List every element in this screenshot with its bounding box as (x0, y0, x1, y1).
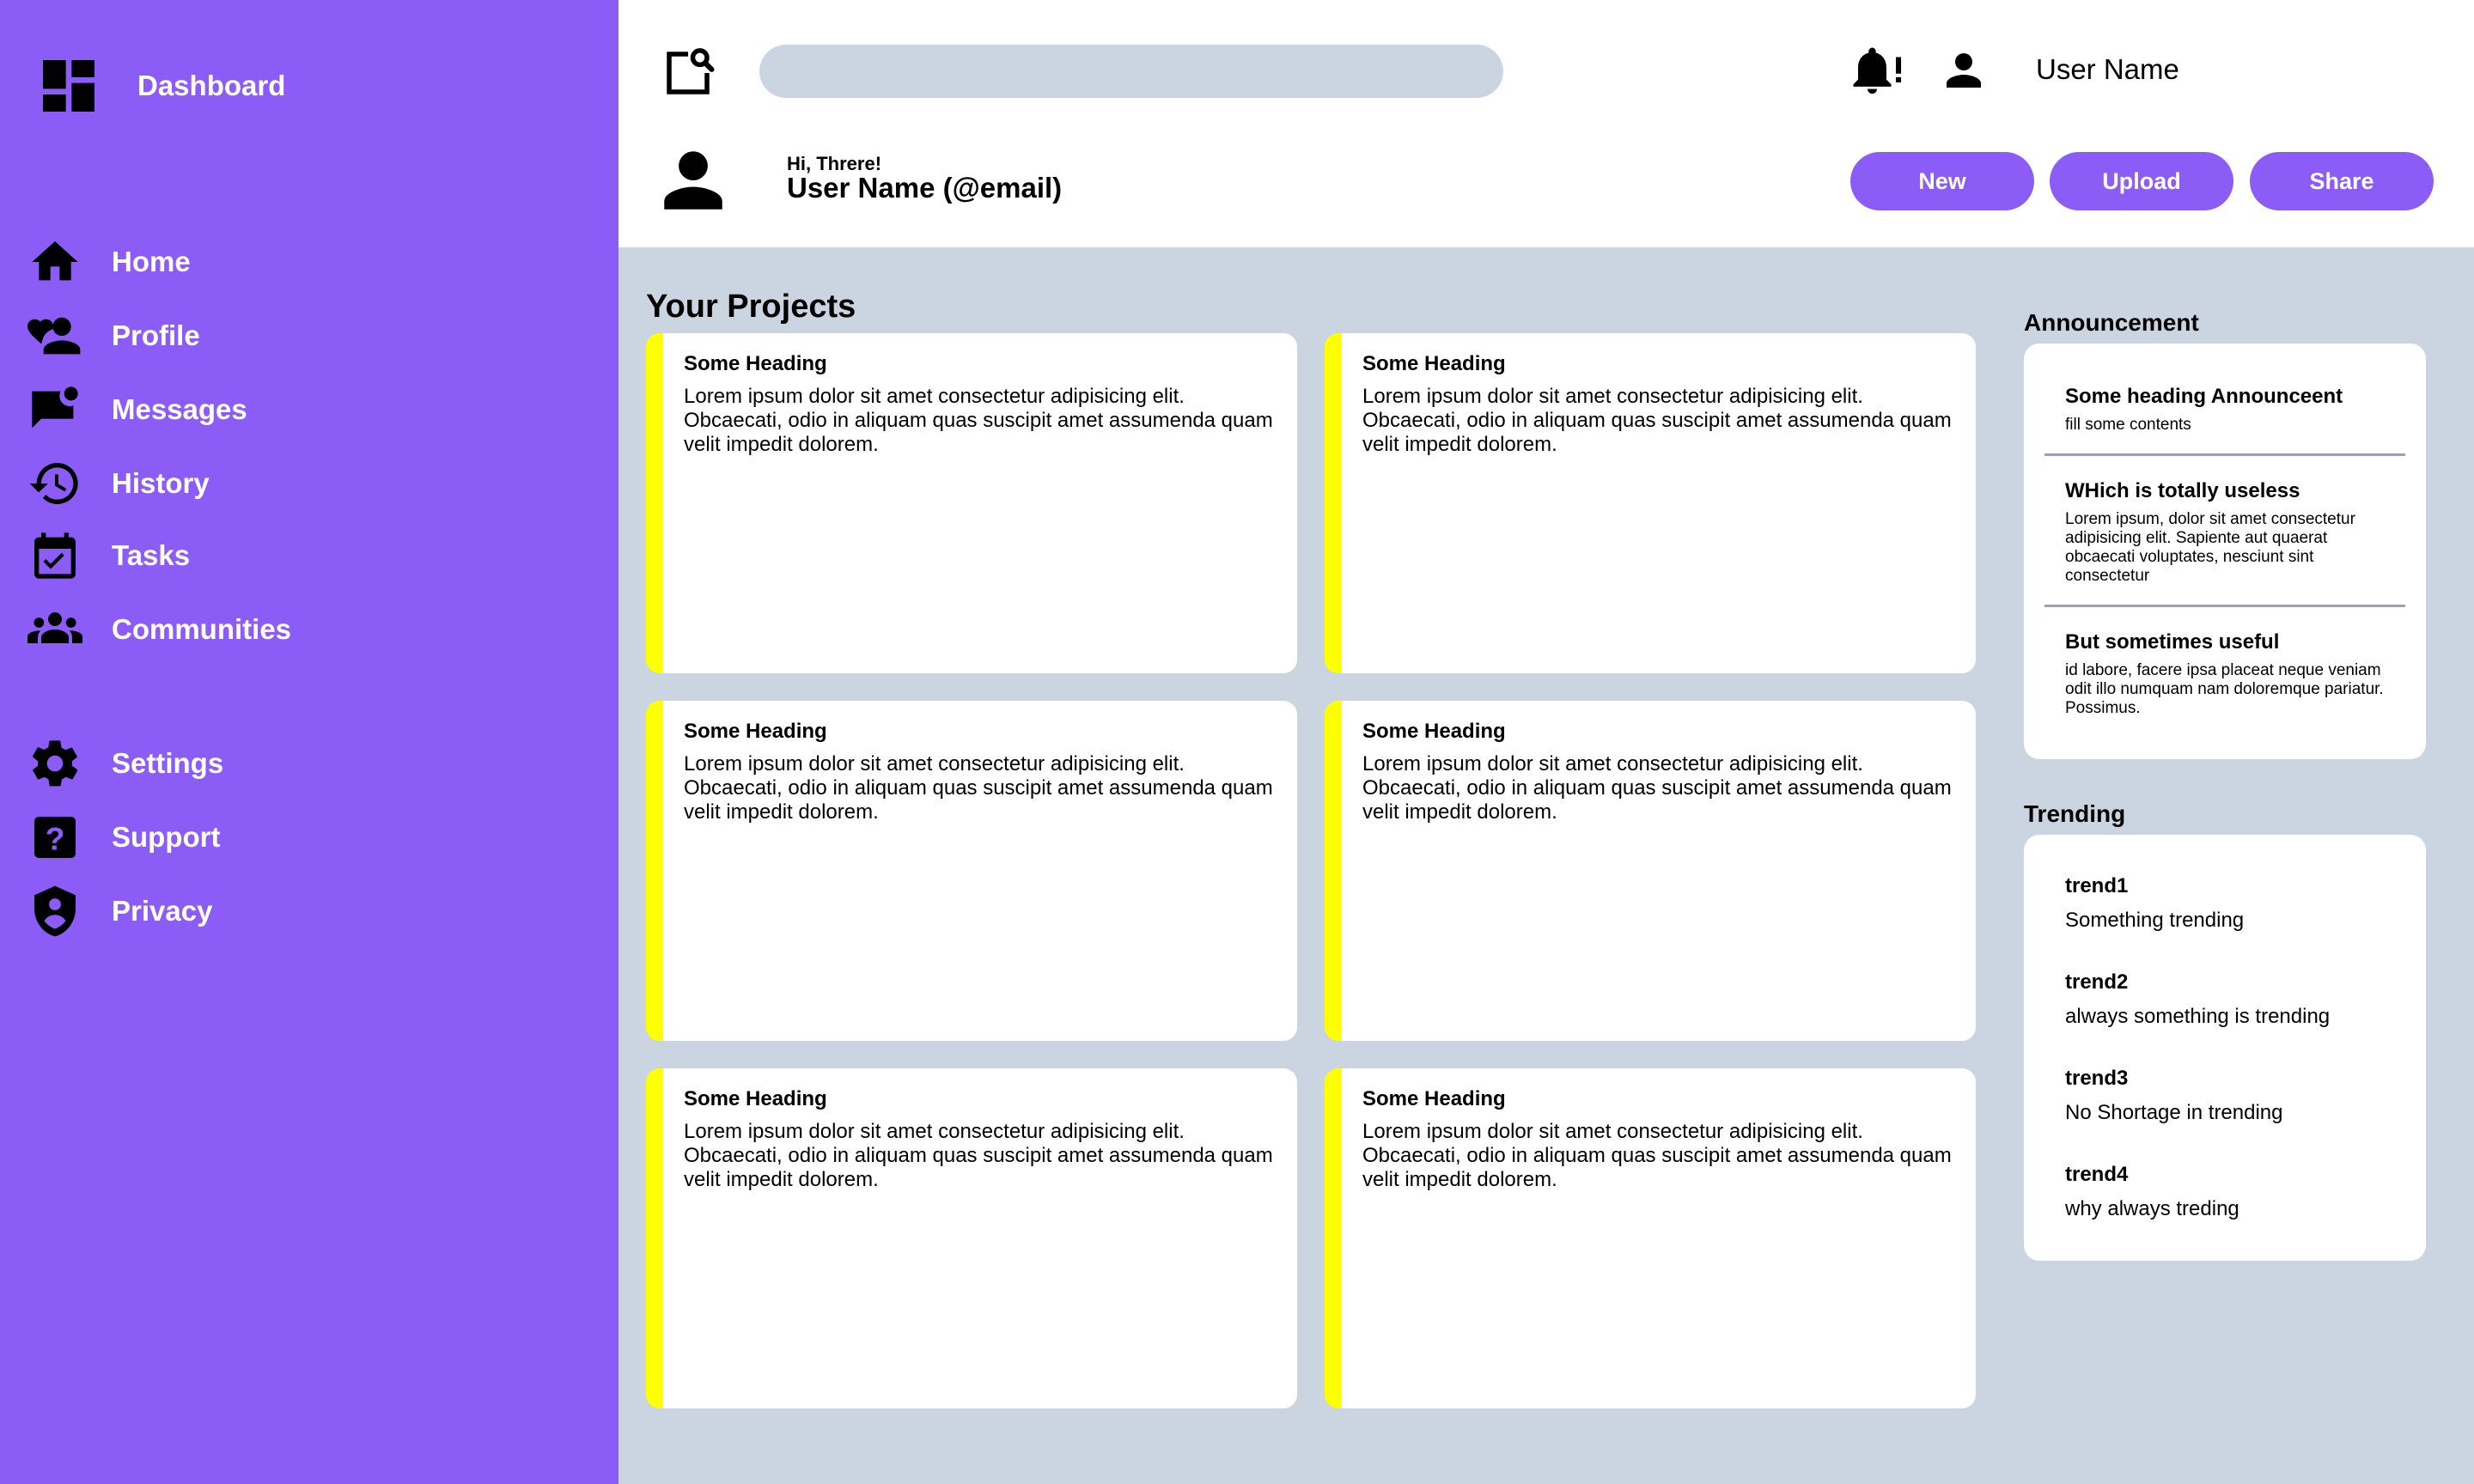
help-icon: ? (26, 808, 84, 867)
brand[interactable]: Dashboard (34, 52, 285, 120)
trend-text: No Shortage in trending (2065, 1101, 2283, 1124)
header: User Name Hi, Threre! User Name (@email)… (618, 0, 2474, 247)
sidebar-item-label: Tasks (112, 539, 191, 571)
sidebar-item-label: Messages (112, 393, 247, 425)
sidebar-item-history[interactable]: History (26, 453, 576, 514)
sidebar-item-privacy[interactable]: Privacy (26, 881, 576, 941)
header-user-name[interactable]: User Name (2036, 53, 2179, 86)
project-card[interactable]: Some Heading Lorem ipsum dolor sit amet … (1325, 1068, 1976, 1408)
card-heading: Some Heading (1362, 720, 1506, 743)
trend-text: always something is trending (2065, 1005, 2331, 1028)
card-body: Lorem ipsum dolor sit amet consectetur a… (684, 385, 1273, 456)
sidebar-item-label: Support (112, 821, 221, 853)
announcement-heading: But sometimes useful (2065, 630, 2280, 654)
gear-icon (26, 734, 84, 793)
dashboard-icon (43, 60, 94, 112)
sidebar-item-label: Settings (112, 747, 224, 779)
announcement-item[interactable]: But sometimes useful id labore, facere i… (2065, 630, 2392, 718)
trend-heading: trend1 (2065, 874, 2129, 897)
announcement-heading: WHich is totally useless (2065, 479, 2300, 502)
announcement-item[interactable]: Some heading Announceent fill some conte… (2065, 385, 2392, 435)
history-icon (26, 454, 84, 513)
card-heading: Some Heading (1362, 1087, 1506, 1110)
divider (2044, 605, 2405, 607)
card-body: Lorem ipsum dolor sit amet consectetur a… (684, 1120, 1273, 1191)
project-card[interactable]: Some Heading Lorem ipsum dolor sit amet … (646, 701, 1297, 1041)
divider (2044, 453, 2405, 456)
trend-text: why always treding (2065, 1197, 2239, 1220)
card-heading: Some Heading (684, 720, 827, 743)
trend-item[interactable]: trend2 always something is trending (2065, 970, 2409, 1029)
sidebar-item-support[interactable]: ? Support (26, 807, 576, 867)
sidebar-item-label: History (112, 467, 210, 499)
home-icon (26, 233, 84, 291)
tasks-icon (26, 526, 84, 585)
card-body: Lorem ipsum dolor sit amet consectetur a… (1362, 752, 1952, 824)
project-card[interactable]: Some Heading Lorem ipsum dolor sit amet … (1325, 701, 1976, 1041)
new-button[interactable]: New (1850, 152, 2034, 210)
avatar (664, 151, 722, 210)
trend-item[interactable]: trend3 No Shortage in trending (2065, 1067, 2409, 1125)
trend-item[interactable]: trend4 why always treding (2065, 1163, 2409, 1221)
communities-icon (26, 600, 84, 659)
search-input[interactable] (759, 45, 1503, 98)
sidebar-item-tasks[interactable]: Tasks (26, 526, 576, 586)
brand-label: Dashboard (137, 70, 286, 101)
project-card[interactable]: Some Heading Lorem ipsum dolor sit amet … (646, 333, 1297, 673)
trend-item[interactable]: trend1 Something trending (2065, 874, 2409, 933)
sidebar-item-messages[interactable]: Messages (26, 380, 576, 440)
sidebar-item-settings[interactable]: Settings (26, 733, 576, 794)
projects-title: Your Projects (646, 289, 856, 325)
card-body: Lorem ipsum dolor sit amet consectetur a… (684, 752, 1273, 824)
user-icon[interactable] (1938, 45, 1990, 96)
announcement-text: id labore, facere ipsa placeat neque ven… (2065, 661, 2384, 717)
sidebar-item-label: Privacy (112, 895, 213, 927)
bell-icon[interactable] (1849, 43, 1905, 100)
sidebar-item-label: Profile (112, 319, 200, 351)
upload-button[interactable]: Upload (2050, 152, 2233, 210)
trending-title: Trending (2024, 800, 2126, 827)
shield-icon (26, 882, 84, 940)
sidebar-item-label: Communities (112, 613, 292, 645)
trending-panel: trend1 Something trending trend2 always … (2024, 835, 2426, 1261)
announcement-text: Lorem ipsum, dolor sit amet consectetur … (2065, 510, 2355, 585)
sidebar: Dashboard Home Profile Messages History … (0, 0, 618, 1484)
trend-heading: trend2 (2065, 970, 2129, 994)
announcement-panel: Some heading Announceent fill some conte… (2024, 344, 2426, 759)
share-button[interactable]: Share (2250, 152, 2434, 210)
card-body: Lorem ipsum dolor sit amet consectetur a… (1362, 1120, 1952, 1191)
messages-icon (26, 380, 84, 439)
sidebar-item-profile[interactable]: Profile (26, 306, 576, 366)
card-heading: Some Heading (1362, 352, 1506, 375)
card-body: Lorem ipsum dolor sit amet consectetur a… (1362, 385, 1952, 456)
search-icon[interactable] (660, 45, 716, 101)
trend-heading: trend3 (2065, 1067, 2129, 1090)
user-identity: User Name (@email) (787, 172, 1063, 204)
project-card[interactable]: Some Heading Lorem ipsum dolor sit amet … (1325, 333, 1976, 673)
sidebar-item-home[interactable]: Home (26, 232, 576, 292)
announcement-title: Announcement (2024, 309, 2199, 336)
trend-heading: trend4 (2065, 1163, 2129, 1186)
project-card[interactable]: Some Heading Lorem ipsum dolor sit amet … (646, 1068, 1297, 1408)
sidebar-item-communities[interactable]: Communities (26, 599, 576, 660)
trend-text: Something trending (2065, 909, 2245, 932)
svg-text:?: ? (46, 821, 65, 857)
announcement-heading: Some heading Announceent (2065, 385, 2343, 408)
card-heading: Some Heading (684, 352, 827, 375)
announcement-item[interactable]: WHich is totally useless Lorem ipsum, do… (2065, 479, 2392, 586)
card-heading: Some Heading (684, 1087, 827, 1110)
profile-icon (26, 307, 84, 365)
announcement-text: fill some contents (2065, 416, 2191, 434)
sidebar-item-label: Home (112, 246, 191, 277)
